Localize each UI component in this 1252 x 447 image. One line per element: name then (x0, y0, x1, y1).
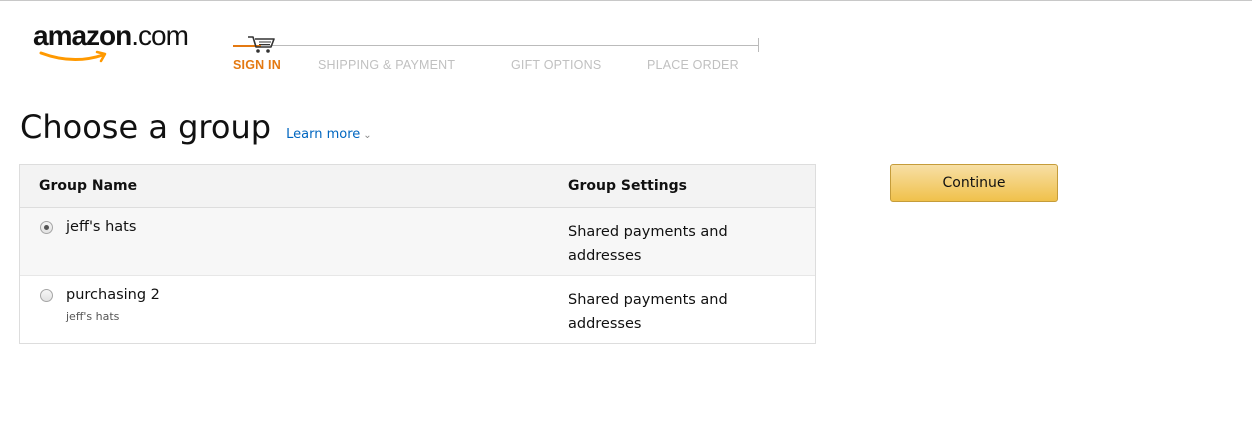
chevron-down-icon: ⌄ (363, 130, 372, 141)
group-radio-button[interactable] (40, 221, 53, 234)
shopping-cart-icon (248, 36, 275, 53)
step-sign-in: SIGN IN (233, 58, 281, 72)
progress-end-marker (758, 38, 759, 52)
checkout-progress: SIGN IN SHIPPING & PAYMENT GIFT OPTIONS … (233, 30, 773, 80)
group-parent-name: jeff's hats (66, 310, 120, 323)
continue-button[interactable]: Continue (890, 164, 1058, 202)
logo-wordmark: amazon.com (33, 20, 189, 51)
progress-line (261, 45, 759, 46)
groups-table: Group Name Group Settings jeff's hats Sh… (19, 164, 816, 344)
step-place-order: PLACE ORDER (647, 58, 739, 72)
group-settings: Shared payments and addresses (568, 224, 728, 264)
top-divider (0, 0, 1252, 1)
radio-selected-dot (44, 225, 49, 230)
learn-more-link[interactable]: Learn more ⌄ (286, 127, 372, 142)
table-header: Group Name Group Settings (20, 165, 815, 208)
group-name: purchasing 2 (66, 287, 160, 303)
column-header-group-settings: Group Settings (568, 178, 687, 194)
group-settings: Shared payments and addresses (568, 292, 728, 332)
smile-arrow-icon (39, 50, 107, 63)
title-row: Choose a group Learn more ⌄ (20, 108, 372, 146)
column-header-group-name: Group Name (39, 178, 138, 194)
step-shipping-payment: SHIPPING & PAYMENT (318, 58, 456, 72)
group-name: jeff's hats (66, 219, 137, 235)
step-gift-options: GIFT OPTIONS (511, 58, 602, 72)
page-title: Choose a group (20, 108, 272, 146)
table-row[interactable]: jeff's hats Shared payments and addresse… (20, 208, 815, 276)
amazon-logo[interactable]: amazon.com (33, 22, 213, 66)
table-row[interactable]: purchasing 2 jeff's hats Shared payments… (20, 276, 815, 343)
group-radio-button[interactable] (40, 289, 53, 302)
